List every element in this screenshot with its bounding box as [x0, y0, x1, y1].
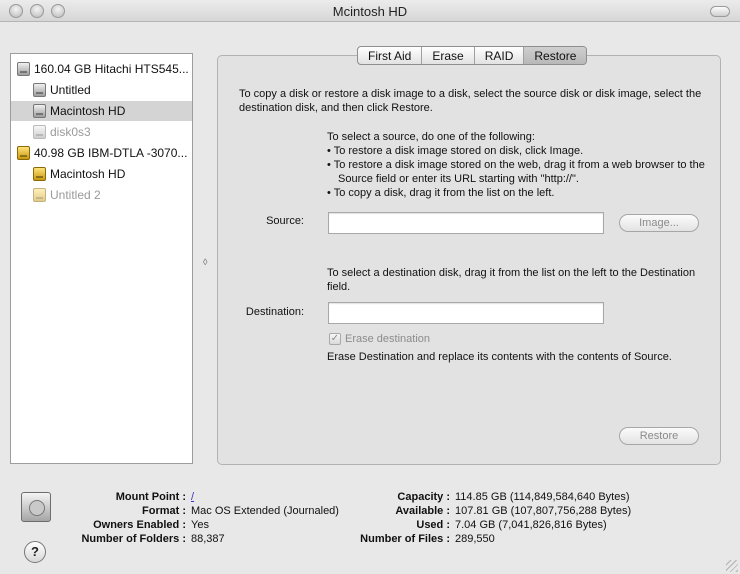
bullet-icon: •	[327, 159, 334, 171]
restore-panel: To copy a disk or restore a disk image t…	[217, 55, 721, 465]
tab-bar: First Aid Erase RAID Restore	[357, 46, 588, 65]
disk-list-item-label: Macintosh HD	[50, 104, 126, 118]
volume-list-item[interactable]: Untitled 2	[11, 185, 192, 205]
gold-volume-icon	[33, 188, 46, 202]
erase-description: Erase Destination and replace its conten…	[327, 351, 672, 363]
gray-disk-icon	[17, 62, 30, 76]
erase-destination-label: Erase destination	[345, 333, 430, 345]
disk-list-item-label: 40.98 GB IBM-DTLA -3070...	[34, 146, 188, 160]
source-bullet-text: To restore a disk image stored on disk, …	[333, 145, 584, 157]
tab-erase[interactable]: Erase	[422, 47, 475, 64]
info-value: 88,387	[191, 533, 225, 545]
disk-list-item-label: Macintosh HD	[50, 167, 126, 181]
mount-point-link[interactable]: /	[191, 491, 194, 503]
bullet-icon: •	[327, 145, 334, 157]
erase-destination-checkbox[interactable]: ✓	[329, 333, 341, 345]
disk-list-item-label: 160.04 GB Hitachi HTS545...	[34, 62, 189, 76]
source-bullet-item: • To restore a disk image stored on the …	[327, 158, 707, 186]
gray-volume-icon	[33, 104, 46, 118]
resize-grip-icon[interactable]	[726, 560, 738, 572]
split-view-handle-icon[interactable]: ◊	[203, 257, 207, 267]
info-key: Mount Point :	[115, 491, 186, 503]
info-key: Number of Files :	[360, 533, 450, 545]
destination-field[interactable]	[328, 302, 604, 324]
volume-list-item[interactable]: Macintosh HD	[11, 164, 192, 184]
destination-instructions: To select a destination disk, drag it fr…	[327, 267, 696, 293]
info-value: 7.04 GB (7,041,826,816 Bytes)	[455, 519, 607, 531]
restore-intro-text: To copy a disk or restore a disk image t…	[239, 88, 702, 114]
source-bullet-text: To restore a disk image stored on the we…	[333, 159, 705, 185]
image-button[interactable]: Image...	[619, 214, 699, 232]
gray-volume-icon	[33, 83, 46, 97]
restore-button[interactable]: Restore	[619, 427, 699, 445]
info-key: Number of Folders :	[81, 533, 186, 545]
destination-label: Destination:	[245, 306, 304, 318]
source-bullet-list: • To restore a disk image stored on disk…	[327, 144, 707, 200]
gray-volume-icon	[33, 125, 46, 139]
window-title: Mcintosh HD	[332, 4, 408, 19]
info-key: Format :	[142, 505, 186, 517]
info-key: Owners Enabled :	[93, 519, 186, 531]
volume-list-item[interactable]: Macintosh HD	[11, 101, 192, 121]
title-bar: Mcintosh HD	[0, 0, 740, 22]
info-value: Yes	[191, 519, 209, 531]
disk-utility-window: Mcintosh HD 160.04 GB Hitachi HTS545... U…	[0, 0, 740, 574]
toolbar-toggle-button[interactable]	[710, 6, 730, 17]
source-label: Source:	[266, 215, 304, 227]
disk-list-item-label: Untitled 2	[50, 188, 101, 202]
source-field[interactable]	[328, 212, 604, 234]
tab-first-aid[interactable]: First Aid	[358, 47, 423, 64]
disk-list-item[interactable]: 40.98 GB IBM-DTLA -3070...	[11, 143, 192, 163]
gold-volume-icon	[33, 167, 46, 181]
info-value: Mac OS Extended (Journaled)	[191, 505, 339, 517]
source-bullet-item: • To copy a disk, drag it from the list …	[327, 186, 707, 200]
bullet-icon: •	[327, 187, 334, 199]
gold-disk-icon	[17, 146, 30, 160]
disk-list-item[interactable]: 160.04 GB Hitachi HTS545...	[11, 59, 192, 79]
disk-list-item-label: Untitled	[50, 83, 91, 97]
source-bullet-text: To copy a disk, drag it from the list on…	[333, 187, 555, 199]
tab-restore[interactable]: Restore	[524, 47, 587, 64]
info-key: Available :	[395, 505, 450, 517]
volume-list-item[interactable]: Untitled	[11, 80, 192, 100]
info-value: 114.85 GB (114,849,584,640 Bytes)	[455, 491, 630, 503]
disk-list-item-label: disk0s3	[50, 125, 91, 139]
source-heading: To select a source, do one of the follow…	[327, 131, 535, 143]
info-key: Used :	[416, 519, 450, 531]
volume-list-item[interactable]: disk0s3	[11, 122, 192, 142]
disk-list[interactable]: 160.04 GB Hitachi HTS545... Untitled Macin…	[10, 53, 193, 464]
info-key: Capacity :	[397, 491, 450, 503]
tab-raid[interactable]: RAID	[475, 47, 525, 64]
info-value: 107.81 GB (107,807,756,288 Bytes)	[455, 505, 632, 517]
info-value: 289,550	[455, 533, 495, 545]
source-bullet-item: • To restore a disk image stored on disk…	[327, 144, 707, 158]
